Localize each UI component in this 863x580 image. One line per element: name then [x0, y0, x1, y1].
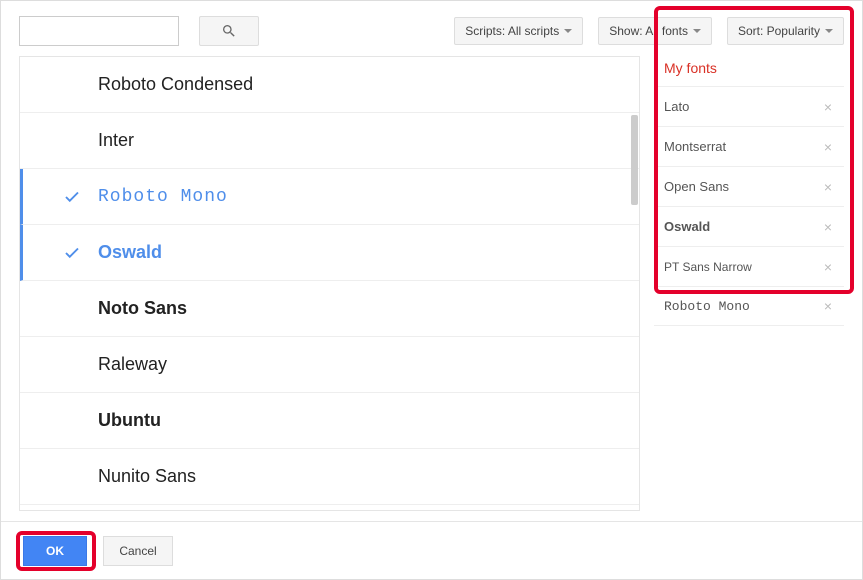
show-filter[interactable]: Show: All fonts [598, 17, 712, 45]
font-list[interactable]: Roboto Condensed Inter Roboto Mono Oswald No… [20, 57, 639, 510]
show-filter-label: Show: All fonts [609, 24, 688, 38]
font-row[interactable]: Nunito Sans [20, 449, 639, 505]
top-toolbar: Scripts: All scripts Show: All fonts Sor… [1, 1, 862, 56]
remove-icon[interactable]: × [820, 179, 836, 195]
my-font-row[interactable]: Roboto Mono × [654, 286, 844, 326]
font-name: Oswald [98, 242, 162, 263]
font-row[interactable]: Roboto Mono [20, 169, 639, 225]
remove-icon[interactable]: × [820, 139, 836, 155]
my-font-name: Lato [664, 99, 689, 114]
font-row[interactable]: Ubuntu [20, 393, 639, 449]
my-font-name: Open Sans [664, 179, 729, 194]
search-icon [221, 23, 237, 39]
remove-icon[interactable]: × [820, 259, 836, 275]
my-font-name: Oswald [664, 219, 710, 234]
font-row[interactable]: Raleway [20, 337, 639, 393]
font-row[interactable]: Oswald [20, 225, 639, 281]
caret-down-icon [825, 29, 833, 33]
font-name: Noto Sans [98, 298, 187, 319]
my-font-row[interactable]: Oswald × [654, 206, 844, 246]
font-name: Roboto Mono [98, 187, 228, 207]
font-list-panel: Roboto Condensed Inter Roboto Mono Oswald No… [19, 56, 640, 511]
font-name: Raleway [98, 354, 167, 375]
font-name: Ubuntu [98, 410, 161, 431]
font-name: Roboto Condensed [98, 74, 253, 95]
sort-filter[interactable]: Sort: Popularity [727, 17, 844, 45]
my-fonts-title: My fonts [654, 56, 844, 86]
search-button[interactable] [199, 16, 259, 46]
check-icon [63, 244, 81, 262]
font-name: Inter [98, 130, 134, 151]
my-font-name: Montserrat [664, 139, 726, 154]
scripts-filter[interactable]: Scripts: All scripts [454, 17, 583, 45]
remove-icon[interactable]: × [820, 298, 836, 314]
bottom-bar: OK Cancel [1, 521, 862, 579]
search-input[interactable] [19, 16, 179, 46]
font-name: Nunito Sans [98, 466, 196, 487]
my-fonts-sidebar: My fonts Lato×Montserrat×Open Sans×Oswal… [654, 56, 844, 511]
caret-down-icon [693, 29, 701, 33]
my-font-row[interactable]: PT Sans Narrow × [654, 246, 844, 286]
caret-down-icon [564, 29, 572, 33]
my-font-name: PT Sans Narrow [664, 260, 752, 274]
my-font-row[interactable]: Open Sans × [654, 166, 844, 206]
check-icon [63, 188, 81, 206]
my-font-name: Roboto Mono [664, 299, 750, 314]
remove-icon[interactable]: × [820, 219, 836, 235]
scrollbar-thumb[interactable] [631, 115, 638, 205]
my-font-row[interactable]: Montserrat × [654, 126, 844, 166]
cancel-button[interactable]: Cancel [103, 536, 173, 566]
my-font-row[interactable]: Lato × [654, 86, 844, 126]
scripts-filter-label: Scripts: All scripts [465, 24, 559, 38]
font-row[interactable]: Roboto Condensed [20, 57, 639, 113]
font-row[interactable]: Noto Sans [20, 281, 639, 337]
ok-button[interactable]: OK [23, 536, 87, 566]
sort-filter-label: Sort: Popularity [738, 24, 820, 38]
font-row[interactable]: Inter [20, 113, 639, 169]
remove-icon[interactable]: × [820, 99, 836, 115]
